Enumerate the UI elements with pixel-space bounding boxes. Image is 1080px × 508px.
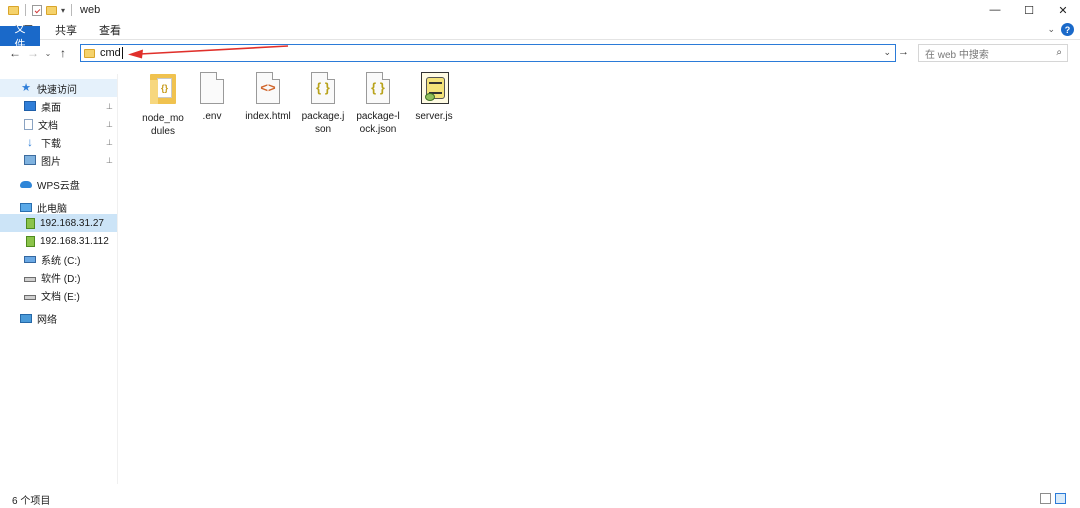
customize-toolbar-icon[interactable]: ▾ [61,6,65,15]
document-icon [24,118,33,130]
file-item-env[interactable]: .env [184,72,240,123]
folder-icon [8,5,19,15]
sidebar-item-label: 图片 [41,156,61,168]
download-icon: ↓ [27,135,33,149]
sidebar-item-label: 快速访问 [37,84,77,96]
quick-access-toolbar: ▾ [0,4,74,16]
pictures-icon [24,155,36,165]
separator [25,4,26,16]
text-cursor [121,47,123,59]
file-item-node-modules[interactable]: {} node_mo dules [135,72,191,138]
sidebar-item-label: WPS云盘 [37,180,80,192]
file-list: {} node_mo dules .env <> index.html { } p… [119,66,1080,484]
cloud-icon [20,180,32,188]
file-name: .env [202,111,222,122]
json-file-icon: { } [365,72,391,106]
back-button[interactable]: ← [6,46,24,60]
search-icon[interactable]: ⌕ [1056,47,1062,58]
html-file-icon: <> [255,72,281,106]
file-name: package.j son [301,111,345,135]
file-item-server-js[interactable]: server.js [406,72,462,123]
file-item-index-html[interactable]: <> index.html [240,72,296,123]
folder-icon: {} [150,74,176,108]
pin-icon[interactable]: ⊥ [106,102,113,111]
search-box[interactable]: 在 web 中搜索 ⌕ [918,44,1068,62]
window-controls: — ☐ ✕ [978,0,1080,20]
pin-icon[interactable]: ⊥ [106,120,113,129]
separator [71,4,73,16]
help-icon[interactable]: ? [1061,23,1074,36]
address-bar[interactable]: cmd ⌄ [80,44,896,62]
drive-icon [24,276,36,282]
sidebar-item-label: 系统 (C:) [41,255,81,267]
sidebar-item-label: 192.168.31.112 [40,235,109,247]
title-bar: ▾ web — ☐ ✕ [0,0,1080,20]
status-bar: 6 个项目 [0,490,1080,508]
network-share-icon [26,235,35,247]
go-button[interactable]: → [898,46,909,58]
item-count: 6 个项目 [12,495,51,507]
sidebar-item-label: 网络 [37,314,57,326]
file-item-package-lock-json[interactable]: { } package-l ock.json [350,72,406,136]
navigation-bar: ← → ⌄ ↑ cmd ⌄ → 在 web 中搜索 ⌕ [0,41,1080,65]
sidebar-item-label: 192.168.31.27 [40,217,104,229]
ribbon-tabs: 文件 主页 共享 查看 ⌄ ? [0,20,1080,51]
file-name: index.html [245,111,291,122]
sidebar-item-share-192-168-31-112[interactable]: 192.168.31.112 [0,232,109,250]
up-button[interactable]: ↑ [54,46,72,60]
sidebar-item-quick-access[interactable]: ★ 快速访问 [0,79,117,97]
sidebar-item-drive-e[interactable]: 文档 (E:) [0,286,80,304]
recent-locations-button[interactable]: ⌄ [42,49,54,58]
pin-icon[interactable]: ⊥ [106,138,113,147]
forward-button[interactable]: → [24,46,42,60]
json-file-icon: { } [310,72,336,106]
sidebar-item-downloads[interactable]: ↓ 下载 ⊥ [0,133,113,151]
sidebar-item-drive-c[interactable]: 系统 (C:) [0,250,80,268]
sidebar-item-network[interactable]: 网络 [0,309,57,327]
chevron-down-icon[interactable]: ⌄ [1047,24,1055,35]
address-dropdown-button[interactable]: ⌄ [883,47,891,58]
javascript-file-icon [421,72,449,106]
network-share-icon [26,217,35,229]
sidebar-item-pictures[interactable]: 图片 ⊥ [0,151,113,169]
new-folder-icon[interactable] [46,5,57,15]
minimize-button[interactable]: — [978,0,1012,20]
details-view-button[interactable] [1040,493,1051,504]
maximize-button[interactable]: ☐ [1012,0,1046,20]
search-placeholder[interactable]: 在 web 中搜索 [925,46,989,61]
file-name: server.js [415,111,453,122]
sidebar-item-label: 软件 (D:) [41,273,81,285]
file-icon [199,72,225,106]
navigation-pane: ★ 快速访问 桌面 ⊥ 文档 ⊥ ↓ 下载 ⊥ 图片 ⊥ WPS云盘 此电脑 1… [0,74,118,484]
system-drive-icon [24,255,36,263]
address-input[interactable]: cmd [100,47,121,59]
star-icon: ★ [21,82,31,94]
file-name: node_mo dules [142,113,184,137]
sidebar-item-drive-d[interactable]: 软件 (D:) [0,268,80,286]
tab-share[interactable]: 共享 [44,20,88,40]
sidebar-item-label: 文档 [38,120,58,132]
sidebar-item-share-192-168-31-27[interactable]: 192.168.31.27 [0,214,117,232]
large-icons-view-button[interactable] [1055,493,1066,504]
sidebar-item-documents[interactable]: 文档 ⊥ [0,115,113,133]
network-icon [20,313,32,323]
sidebar-item-label: 下载 [41,138,61,150]
window-title: web [80,4,101,16]
file-name: package-l ock.json [356,111,400,135]
sidebar-item-wps-cloud[interactable]: WPS云盘 [0,175,80,193]
properties-icon[interactable] [32,4,42,16]
file-item-package-json[interactable]: { } package.j son [295,72,351,136]
sidebar-item-label: 文档 (E:) [41,291,80,303]
sidebar-item-desktop[interactable]: 桌面 ⊥ [0,97,113,115]
sidebar-item-label: 此电脑 [37,203,67,215]
close-button[interactable]: ✕ [1046,0,1080,20]
drive-icon [24,294,36,300]
folder-icon [84,48,95,58]
sidebar-item-label: 桌面 [41,102,61,114]
view-switcher [1040,493,1066,504]
desktop-icon [24,101,36,111]
pin-icon[interactable]: ⊥ [106,156,113,165]
tab-view[interactable]: 查看 [88,20,132,40]
computer-icon [20,202,32,212]
